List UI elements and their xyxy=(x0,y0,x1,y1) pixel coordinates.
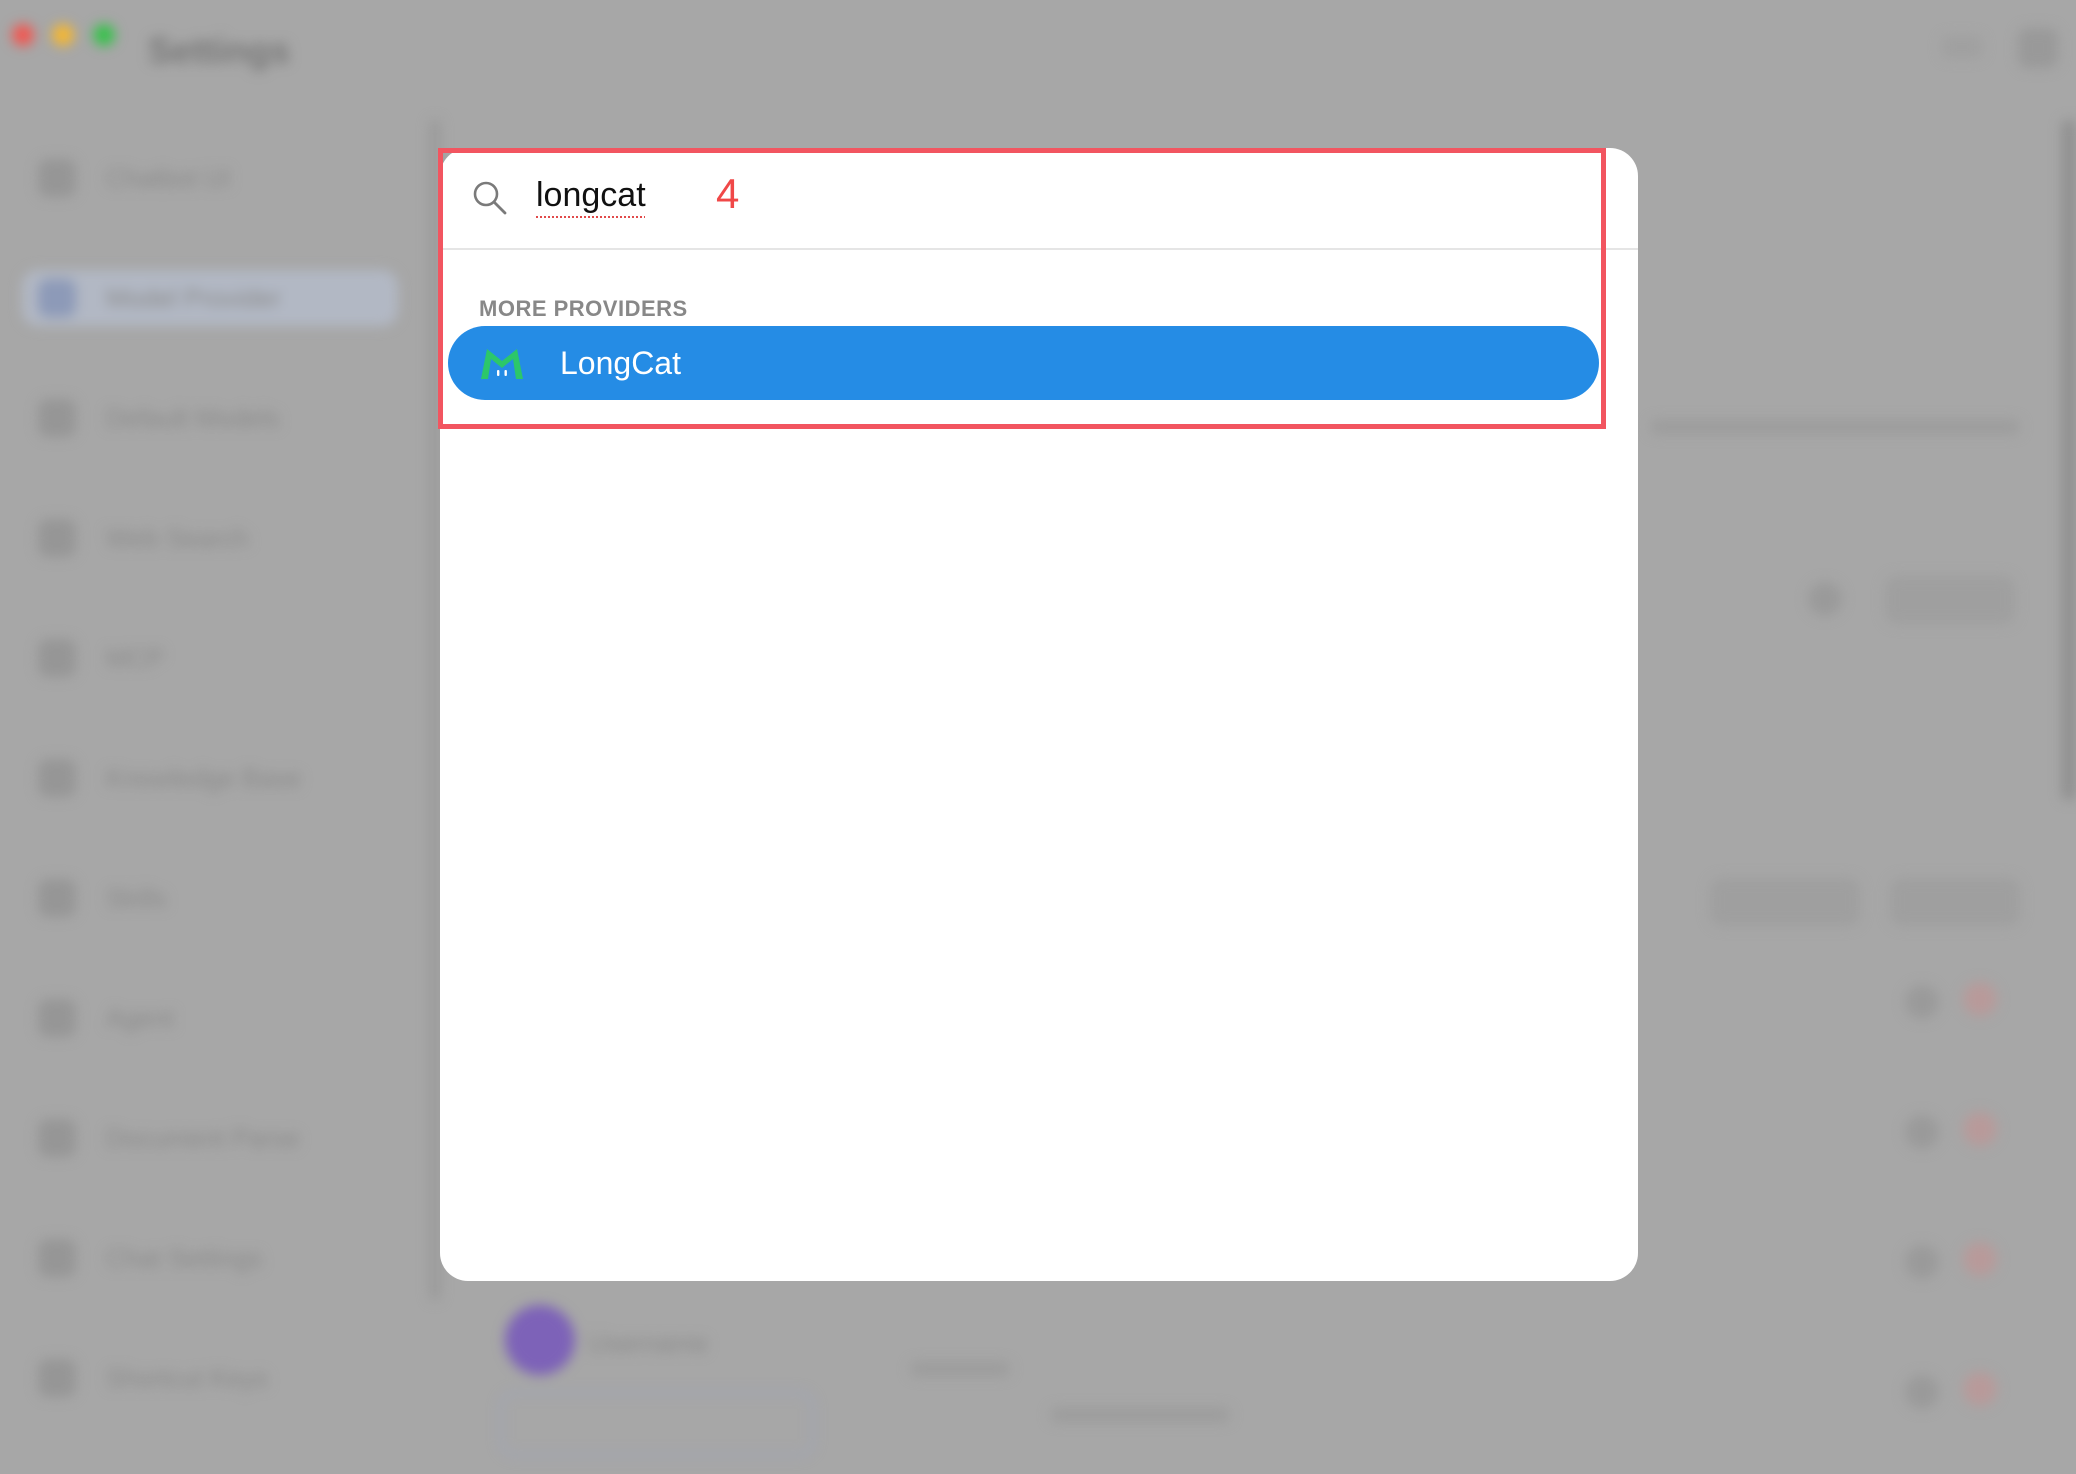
user-name: Username xyxy=(588,1328,708,1358)
search-icon xyxy=(473,181,507,215)
avatar-button[interactable] xyxy=(2018,28,2058,68)
bg-icon-button[interactable] xyxy=(1905,985,1939,1019)
bg-delete-button[interactable] xyxy=(1963,1242,1997,1276)
close-window-button[interactable] xyxy=(12,24,34,46)
user-avatar[interactable] xyxy=(505,1305,575,1375)
sidebar-item-icon xyxy=(38,1119,76,1157)
bg-text-line xyxy=(1650,420,2020,434)
sidebar-item[interactable]: Agent xyxy=(38,990,398,1046)
sidebar-item-icon xyxy=(38,879,76,917)
bg-text-line xyxy=(1050,1408,1230,1422)
bg-icon-button[interactable] xyxy=(1905,1115,1939,1149)
sidebar: Chatbot UI Model Provider Default Models… xyxy=(0,100,430,1474)
background-scrollbar[interactable] xyxy=(2062,120,2076,800)
sidebar-item[interactable]: Shortcut Keys xyxy=(38,1350,398,1406)
window-title: Settings xyxy=(148,30,291,71)
sidebar-item-icon xyxy=(38,999,76,1037)
sidebar-item[interactable]: Chat Settings xyxy=(38,1230,398,1286)
results-section-title: MORE PROVIDERS xyxy=(479,296,688,321)
sidebar-item-icon xyxy=(38,399,76,437)
sidebar-item-icon xyxy=(38,759,76,797)
sidebar-item[interactable]: Knowledge Base xyxy=(38,750,398,806)
bg-delete-button[interactable] xyxy=(1963,982,1997,1016)
sidebar-item-icon xyxy=(38,519,76,557)
sidebar-item[interactable]: Skills xyxy=(38,870,398,926)
bg-action-button[interactable] xyxy=(1885,576,2015,624)
bg-icon-button[interactable] xyxy=(1905,1245,1939,1279)
bg-delete-button[interactable] xyxy=(1963,1112,1997,1146)
search-input[interactable]: longcat xyxy=(536,176,646,215)
maximize-window-button[interactable] xyxy=(93,24,115,46)
provider-search-dialog: longcat 4 MORE PROVIDERS LongCat xyxy=(440,148,1638,1281)
bg-action-button[interactable] xyxy=(1890,878,2020,926)
segmented-control[interactable] xyxy=(500,1392,814,1456)
sidebar-item-icon xyxy=(38,1239,76,1277)
sidebar-item-icon xyxy=(38,279,76,317)
minimize-window-button[interactable] xyxy=(52,24,74,46)
search-bar[interactable]: longcat 4 xyxy=(440,148,1638,250)
sidebar-item[interactable]: Document Parse xyxy=(38,1110,398,1166)
provider-result-longcat[interactable]: LongCat xyxy=(448,326,1599,400)
sidebar-item[interactable]: Chatbot UI xyxy=(38,150,398,206)
bg-delete-button[interactable] xyxy=(1963,1372,1997,1406)
provider-label: LongCat xyxy=(560,344,681,381)
toolbar-button[interactable] xyxy=(1942,36,1982,58)
sidebar-item[interactable]: MCP xyxy=(38,630,398,686)
bg-icon-button[interactable] xyxy=(1905,1375,1939,1409)
bg-action-button[interactable] xyxy=(1710,878,1860,926)
sidebar-item-active[interactable]: Model Provider xyxy=(22,270,398,326)
step-number-annotation: 4 xyxy=(716,170,740,217)
bg-text-line xyxy=(910,1362,1010,1376)
bg-icon-button[interactable] xyxy=(1808,582,1842,616)
sidebar-item[interactable]: Default Models xyxy=(38,390,398,446)
sidebar-divider xyxy=(430,120,440,1300)
sidebar-item-icon xyxy=(38,639,76,677)
longcat-logo-icon xyxy=(481,349,523,379)
sidebar-item-icon xyxy=(38,1359,76,1397)
sidebar-item[interactable]: Web Search xyxy=(38,510,398,566)
sidebar-item-icon xyxy=(38,159,76,197)
